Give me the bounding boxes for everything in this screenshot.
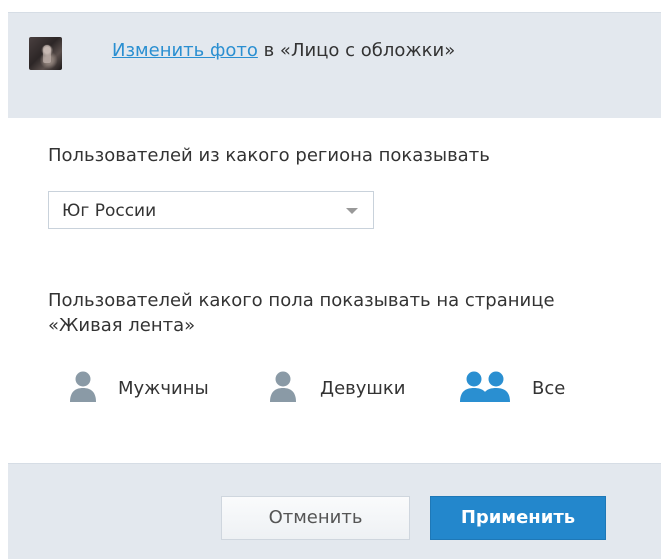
users-icon — [456, 370, 514, 406]
top-strip — [0, 0, 661, 12]
gender-option-label: Мужчины — [118, 378, 209, 399]
avatar[interactable] — [29, 37, 62, 70]
chevron-down-icon — [346, 208, 358, 214]
cancel-button[interactable]: Отменить — [221, 496, 410, 540]
user-icon — [68, 370, 98, 406]
header-text: Изменить фото в «Лицо с обложки» — [112, 39, 455, 63]
region-label: Пользователей из какого региона показыва… — [48, 145, 490, 166]
dialog: Изменить фото в «Лицо с обложки» Пользов… — [0, 0, 661, 559]
gender-option-male[interactable]: Мужчины — [68, 370, 228, 404]
user-icon — [268, 370, 298, 406]
region-select-value: Юг России — [62, 201, 157, 221]
gender-label: Пользователей какого пола показывать на … — [48, 290, 555, 336]
change-photo-link[interactable]: Изменить фото — [112, 40, 258, 61]
gender-option-label: Все — [532, 378, 566, 399]
apply-button[interactable]: Применить — [430, 496, 606, 540]
dialog-header — [8, 12, 661, 118]
region-select[interactable]: Юг России — [48, 191, 374, 229]
gender-option-all[interactable]: Все — [456, 370, 586, 404]
gender-option-female[interactable]: Девушки — [268, 370, 428, 404]
header-suffix: в «Лицо с обложки» — [257, 40, 456, 61]
gender-option-label: Девушки — [320, 378, 406, 399]
